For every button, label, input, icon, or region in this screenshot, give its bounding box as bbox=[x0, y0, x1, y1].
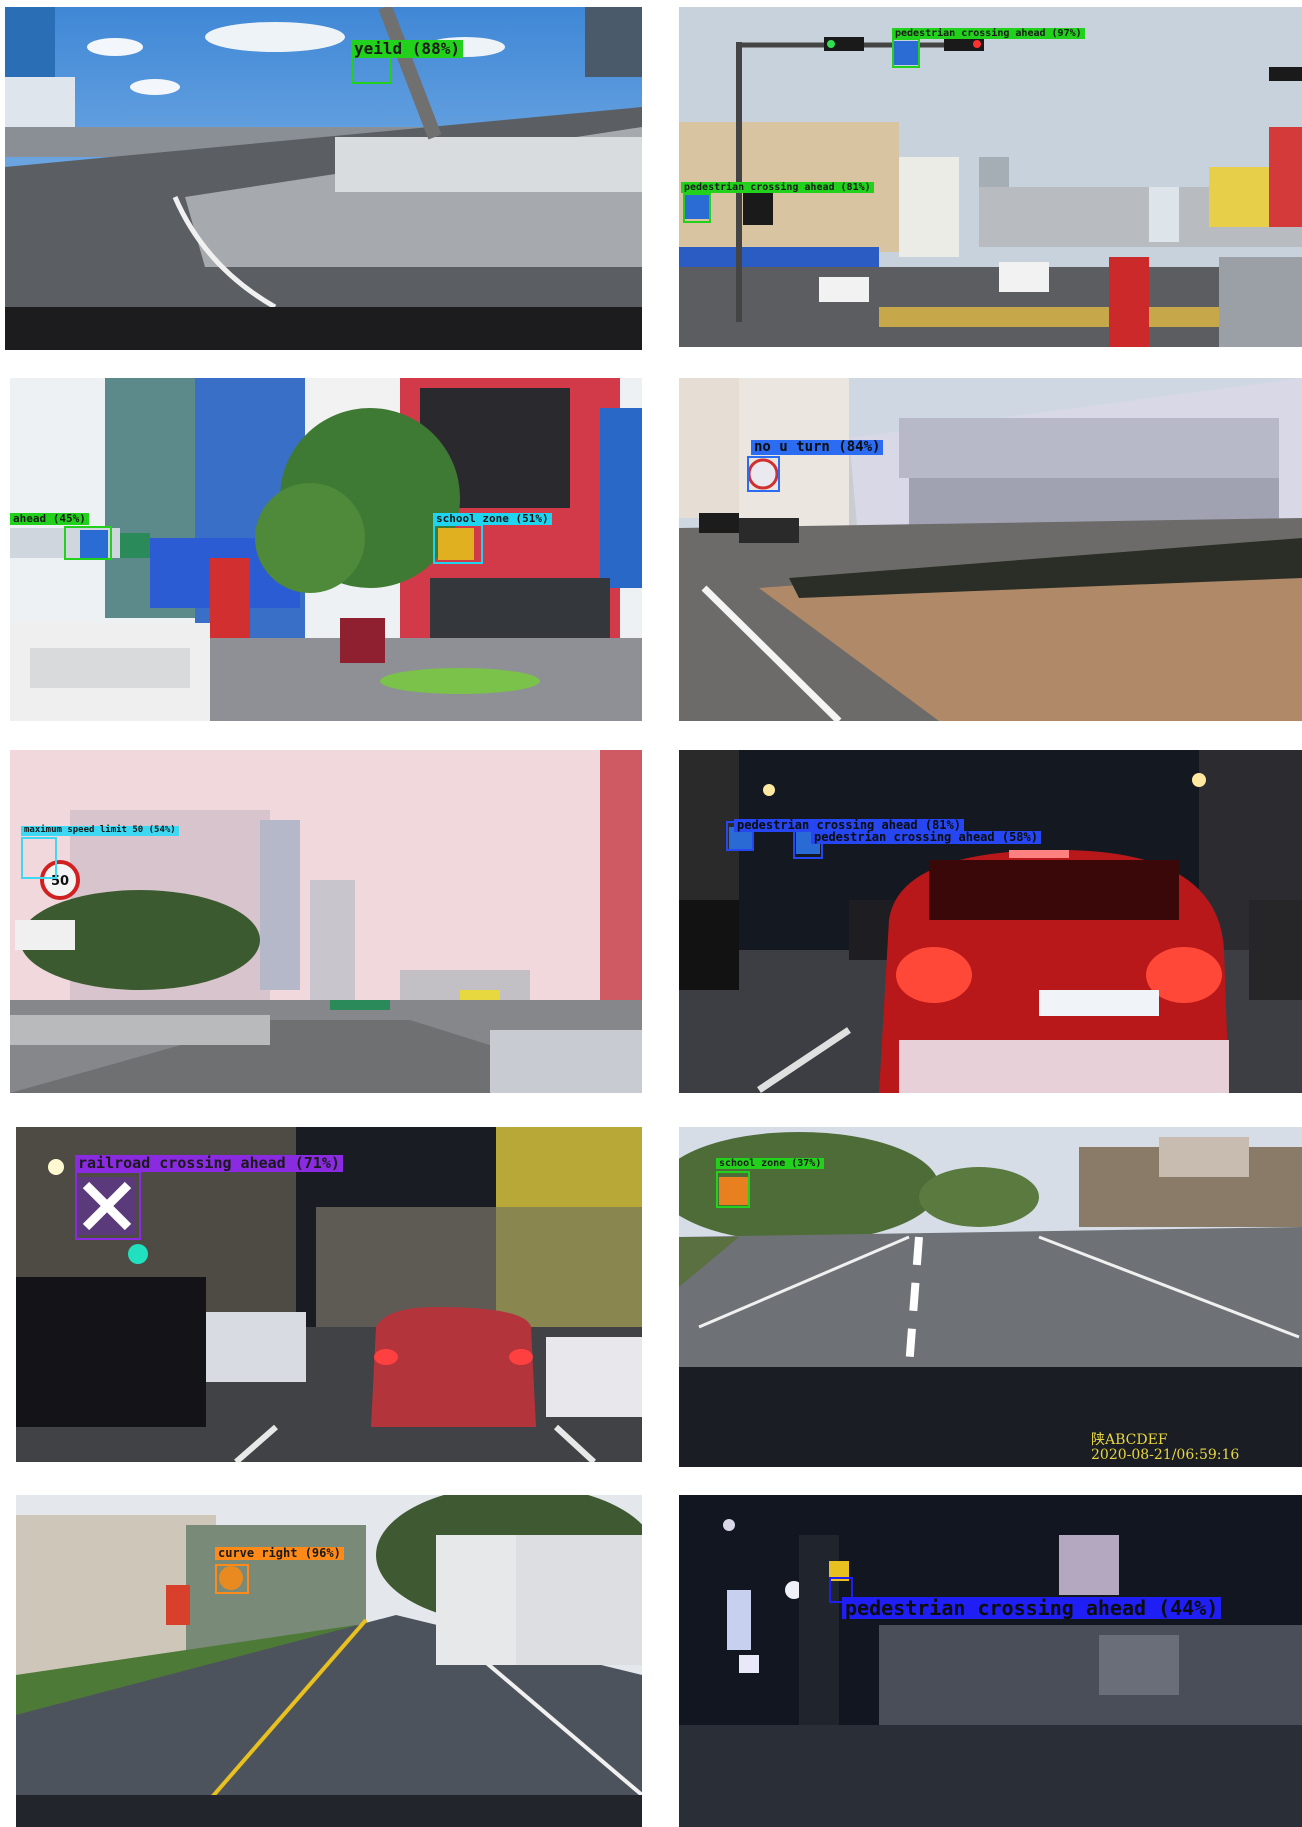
detection-box bbox=[433, 524, 483, 564]
detection-box bbox=[892, 38, 920, 68]
scene-image bbox=[679, 1127, 1302, 1467]
scene-image bbox=[679, 378, 1302, 721]
detection-box bbox=[351, 56, 391, 84]
photo-panel-4: no u turn (84%) bbox=[679, 378, 1302, 721]
detection-box bbox=[716, 1171, 750, 1208]
detection-label: curve right (96%) bbox=[215, 1546, 344, 1561]
dashcam-timestamp: 2020-08-21/06:59:16 bbox=[1091, 1447, 1240, 1463]
photo-panel-9: curve right (96%) bbox=[16, 1495, 642, 1827]
detection-box bbox=[21, 837, 57, 879]
photo-panel-3: ahead (45%) school zone (51%) bbox=[10, 378, 642, 721]
detection-box bbox=[64, 526, 112, 560]
photo-panel-6: pedestrian crossing ahead (81%) pedestri… bbox=[679, 750, 1302, 1093]
detection-label: pedestrian crossing ahead (97%) bbox=[892, 28, 1085, 39]
scene-image bbox=[5, 7, 642, 350]
detection-label: no u turn (84%) bbox=[751, 439, 884, 456]
photo-panel-2: pedestrian crossing ahead (97%) pedestri… bbox=[679, 7, 1302, 347]
photo-panel-8: school zone (37%) 陕ABCDEF 2020-08-21/06:… bbox=[679, 1127, 1302, 1467]
scene-image bbox=[679, 7, 1302, 347]
detection-box bbox=[75, 1171, 141, 1240]
detection-label: pedestrian crossing ahead (81%) bbox=[681, 182, 874, 193]
detection-box bbox=[683, 193, 711, 223]
detection-label: yeild (88%) bbox=[351, 40, 463, 58]
detection-label: railroad crossing ahead (71%) bbox=[75, 1155, 343, 1172]
photo-panel-7: railroad crossing ahead (71%) bbox=[16, 1127, 642, 1462]
photo-panel-10: pedestrian crossing ahead (44%) bbox=[679, 1495, 1302, 1827]
detection-label: school zone (37%) bbox=[716, 1158, 825, 1169]
detection-label: school zone (51%) bbox=[433, 512, 552, 526]
detection-box bbox=[215, 1564, 249, 1594]
detection-label: ahead (45%) bbox=[10, 512, 89, 526]
scene-image bbox=[679, 1495, 1302, 1827]
detection-label: pedestrian crossing ahead (58%) bbox=[811, 830, 1041, 845]
scene-image bbox=[16, 1495, 642, 1827]
detection-label: maximum speed limit 50 (54%) bbox=[21, 825, 179, 836]
detection-box bbox=[747, 456, 780, 492]
scene-image bbox=[679, 750, 1302, 1093]
photo-panel-1: yeild (88%) bbox=[5, 7, 642, 350]
scene-image: 50 bbox=[10, 750, 642, 1093]
photo-panel-5: 50 maximum speed limit 50 (54%) bbox=[10, 750, 642, 1093]
detection-label: pedestrian crossing ahead (44%) bbox=[842, 1597, 1222, 1619]
